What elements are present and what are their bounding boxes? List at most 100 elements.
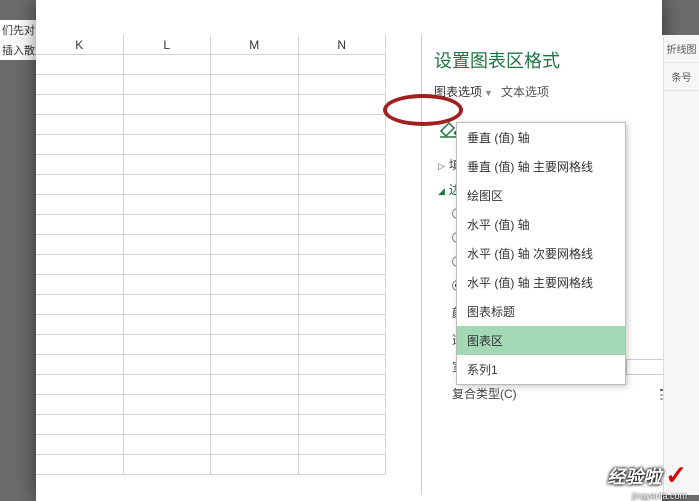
dropdown-item[interactable]: 水平 (值) 轴 主要网格线 bbox=[457, 268, 625, 297]
grid-cell[interactable] bbox=[211, 115, 299, 134]
dropdown-item[interactable]: 水平 (值) 轴 次要网格线 bbox=[457, 239, 625, 268]
cell-grid[interactable] bbox=[36, 55, 386, 475]
grid-cell[interactable] bbox=[36, 195, 124, 214]
grid-cell[interactable] bbox=[299, 215, 387, 234]
grid-cell[interactable] bbox=[299, 275, 387, 294]
grid-cell[interactable] bbox=[36, 55, 124, 74]
grid-cell[interactable] bbox=[211, 415, 299, 434]
grid-cell[interactable] bbox=[299, 55, 387, 74]
grid-cell[interactable] bbox=[211, 355, 299, 374]
dropdown-item[interactable]: 图表区 bbox=[457, 326, 625, 355]
col-header[interactable]: M bbox=[211, 35, 299, 54]
grid-cell[interactable] bbox=[211, 395, 299, 414]
grid-cell[interactable] bbox=[36, 335, 124, 354]
grid-cell[interactable] bbox=[211, 135, 299, 154]
grid-cell[interactable] bbox=[36, 395, 124, 414]
grid-cell[interactable] bbox=[36, 295, 124, 314]
grid-cell[interactable] bbox=[299, 195, 387, 214]
grid-cell[interactable] bbox=[299, 115, 387, 134]
tab-chart-options[interactable]: 图表选项▼ bbox=[434, 83, 493, 103]
grid-cell[interactable] bbox=[36, 155, 124, 174]
grid-cell[interactable] bbox=[36, 375, 124, 394]
col-header[interactable]: K bbox=[36, 35, 124, 54]
grid-cell[interactable] bbox=[124, 175, 212, 194]
grid-cell[interactable] bbox=[211, 95, 299, 114]
grid-cell[interactable] bbox=[124, 395, 212, 414]
grid-cell[interactable] bbox=[299, 155, 387, 174]
grid-cell[interactable] bbox=[124, 215, 212, 234]
grid-cell[interactable] bbox=[211, 315, 299, 334]
grid-cell[interactable] bbox=[36, 315, 124, 334]
grid-cell[interactable] bbox=[299, 235, 387, 254]
grid-cell[interactable] bbox=[299, 75, 387, 94]
grid-cell[interactable] bbox=[299, 315, 387, 334]
grid-cell[interactable] bbox=[299, 455, 387, 474]
grid-cell[interactable] bbox=[124, 295, 212, 314]
grid-cell[interactable] bbox=[211, 215, 299, 234]
grid-cell[interactable] bbox=[299, 375, 387, 394]
grid-cell[interactable] bbox=[124, 235, 212, 254]
grid-cell[interactable] bbox=[211, 275, 299, 294]
grid-cell[interactable] bbox=[299, 355, 387, 374]
grid-cell[interactable] bbox=[36, 75, 124, 94]
grid-cell[interactable] bbox=[211, 175, 299, 194]
strip-button[interactable]: 条号 bbox=[664, 63, 699, 91]
grid-cell[interactable] bbox=[211, 55, 299, 74]
grid-cell[interactable] bbox=[36, 275, 124, 294]
grid-cell[interactable] bbox=[36, 175, 124, 194]
grid-cell[interactable] bbox=[211, 75, 299, 94]
grid-cell[interactable] bbox=[124, 95, 212, 114]
grid-cell[interactable] bbox=[211, 155, 299, 174]
grid-cell[interactable] bbox=[299, 175, 387, 194]
grid-cell[interactable] bbox=[124, 315, 212, 334]
grid-cell[interactable] bbox=[124, 275, 212, 294]
grid-cell[interactable] bbox=[124, 335, 212, 354]
grid-cell[interactable] bbox=[299, 395, 387, 414]
grid-cell[interactable] bbox=[124, 55, 212, 74]
grid-cell[interactable] bbox=[299, 135, 387, 154]
grid-cell[interactable] bbox=[124, 195, 212, 214]
strip-button[interactable]: 折线图 bbox=[664, 35, 699, 63]
grid-cell[interactable] bbox=[299, 95, 387, 114]
grid-cell[interactable] bbox=[299, 255, 387, 274]
grid-cell[interactable] bbox=[211, 295, 299, 314]
grid-cell[interactable] bbox=[211, 235, 299, 254]
grid-cell[interactable] bbox=[36, 215, 124, 234]
grid-cell[interactable] bbox=[211, 335, 299, 354]
dropdown-item[interactable]: 绘图区 bbox=[457, 181, 625, 210]
grid-cell[interactable] bbox=[211, 435, 299, 454]
col-header[interactable]: L bbox=[124, 35, 212, 54]
grid-cell[interactable] bbox=[124, 255, 212, 274]
grid-cell[interactable] bbox=[211, 195, 299, 214]
grid-cell[interactable] bbox=[36, 115, 124, 134]
dropdown-item[interactable]: 图表标题 bbox=[457, 297, 625, 326]
grid-cell[interactable] bbox=[299, 415, 387, 434]
grid-cell[interactable] bbox=[211, 375, 299, 394]
dropdown-item[interactable]: 系列1 bbox=[457, 355, 625, 384]
grid-cell[interactable] bbox=[36, 255, 124, 274]
grid-cell[interactable] bbox=[36, 135, 124, 154]
grid-cell[interactable] bbox=[36, 95, 124, 114]
dropdown-item[interactable]: 水平 (值) 轴 bbox=[457, 210, 625, 239]
grid-cell[interactable] bbox=[124, 75, 212, 94]
col-header[interactable]: N bbox=[299, 35, 387, 54]
grid-cell[interactable] bbox=[124, 435, 212, 454]
grid-cell[interactable] bbox=[211, 255, 299, 274]
grid-cell[interactable] bbox=[36, 455, 124, 474]
grid-cell[interactable] bbox=[36, 355, 124, 374]
tab-text-options[interactable]: 文本选项 bbox=[501, 83, 549, 103]
grid-cell[interactable] bbox=[124, 415, 212, 434]
dropdown-item[interactable]: 垂直 (值) 轴 主要网格线 bbox=[457, 152, 625, 181]
grid-cell[interactable] bbox=[299, 335, 387, 354]
grid-cell[interactable] bbox=[124, 375, 212, 394]
grid-cell[interactable] bbox=[124, 135, 212, 154]
grid-cell[interactable] bbox=[36, 235, 124, 254]
grid-cell[interactable] bbox=[211, 455, 299, 474]
dropdown-item[interactable]: 垂直 (值) 轴 bbox=[457, 123, 625, 152]
grid-cell[interactable] bbox=[36, 415, 124, 434]
grid-cell[interactable] bbox=[36, 435, 124, 454]
grid-cell[interactable] bbox=[124, 455, 212, 474]
grid-cell[interactable] bbox=[124, 155, 212, 174]
grid-cell[interactable] bbox=[299, 295, 387, 314]
grid-cell[interactable] bbox=[124, 355, 212, 374]
